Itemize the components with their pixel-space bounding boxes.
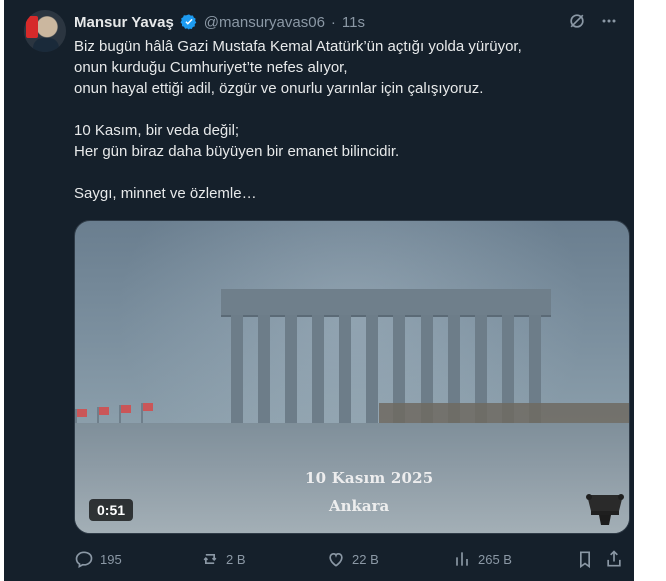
views-button[interactable]: 265 B (452, 549, 570, 569)
more-dots-icon[interactable] (598, 10, 620, 32)
repost-count: 2 B (226, 551, 246, 567)
tweet-text-gap (74, 162, 619, 183)
bookmark-icon (575, 549, 595, 569)
reply-count: 195 (100, 551, 122, 567)
avatar-suit (33, 38, 59, 52)
author-handle[interactable]: @mansuryavas06 (204, 14, 325, 31)
video-watermark-date: 10 Kasım 2025 (305, 469, 434, 487)
share-icon (604, 549, 624, 569)
tweet-text-line: onun kurduğu Cumhuriyet’te nefes alıyor, (74, 59, 348, 76)
video-duration-badge: 0:51 (89, 499, 134, 521)
tweet-text-line: Saygı, minnet ve özlemle… (74, 185, 257, 202)
tweet-frame: Mansur Yavaş @mansuryavas06 · 11s Biz bu… (4, 0, 634, 581)
tweet-time[interactable]: 11s (342, 14, 365, 31)
heart-icon (326, 549, 346, 569)
reply-icon (74, 549, 94, 569)
separator-dot: · (330, 13, 336, 31)
share-button[interactable] (599, 549, 628, 569)
tweet-actions: 195 2 B 22 B 265 B (74, 547, 628, 571)
tweet-text: Biz bugün hâlâ Gazi Mustafa Kemal Atatür… (74, 36, 619, 204)
avatar[interactable] (24, 10, 66, 52)
tweet-top-actions (566, 10, 620, 32)
slash-circle-icon[interactable] (566, 10, 588, 32)
views-icon (452, 549, 472, 569)
brazier-icon (581, 477, 629, 527)
reply-button[interactable]: 195 (74, 549, 200, 569)
tweet-header: Mansur Yavaş @mansuryavas06 · 11s (74, 12, 365, 32)
like-count: 22 B (352, 551, 379, 567)
mausoleum-roof (221, 289, 551, 317)
repost-button[interactable]: 2 B (200, 549, 326, 569)
tweet-video[interactable]: 10 Kasım 2025 Ankara 0:51 (74, 220, 630, 534)
tweet-text-line: Biz bugün hâlâ Gazi Mustafa Kemal Atatür… (74, 38, 522, 55)
like-button[interactable]: 22 B (326, 549, 452, 569)
avatar-flag (26, 16, 38, 38)
tweet-card[interactable]: Mansur Yavaş @mansuryavas06 · 11s Biz bu… (4, 0, 634, 581)
tweet-text-line: Her gün biraz daha büyüyen bir emanet bi… (74, 143, 400, 160)
tweet-text-line: onun hayal ettiği adil, özgür ve onurlu … (74, 80, 484, 97)
video-watermark-city: Ankara (329, 497, 390, 515)
author-name[interactable]: Mansur Yavaş (74, 14, 174, 31)
tweet-text-gap (74, 99, 619, 120)
views-count: 265 B (478, 551, 512, 567)
tweet-text-line: 10 Kasım, bir veda değil; (74, 122, 240, 139)
bookmark-button[interactable] (570, 549, 599, 569)
verified-badge-icon (180, 13, 198, 31)
repost-icon (200, 549, 220, 569)
